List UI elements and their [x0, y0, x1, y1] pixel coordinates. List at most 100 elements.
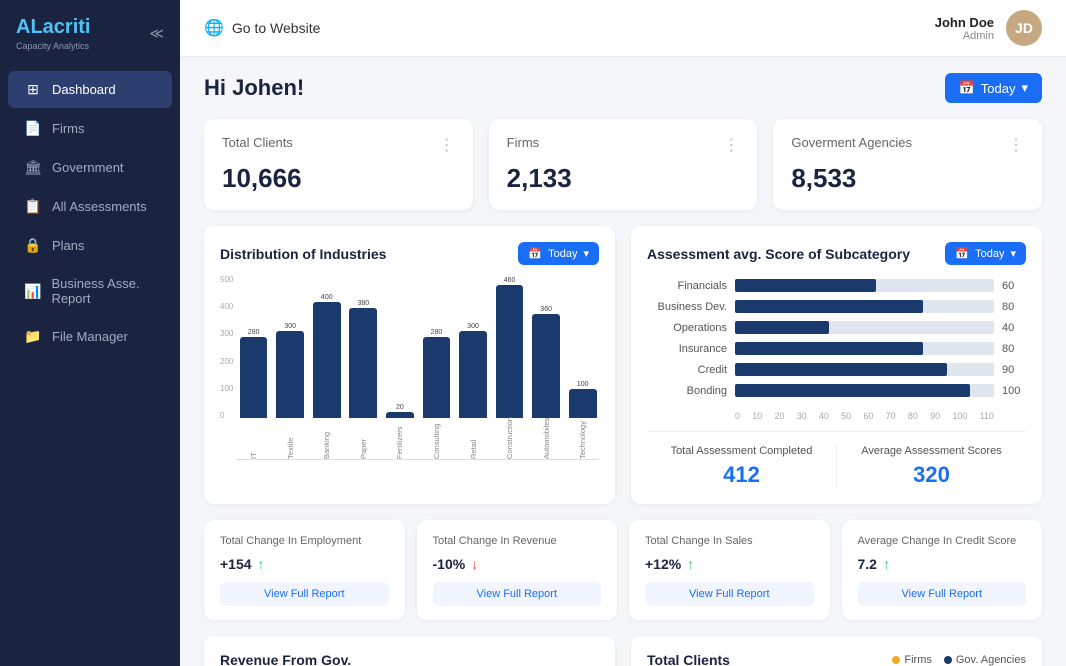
- plans-icon: 🔒: [24, 237, 42, 254]
- stat-menu-firms[interactable]: ⋮: [723, 135, 739, 155]
- bar-label: Construction: [505, 421, 514, 459]
- sidebar-item-government[interactable]: 🏛 Government: [8, 149, 172, 186]
- view-report-revenue[interactable]: View Full Report: [433, 582, 602, 606]
- view-report-credit[interactable]: View Full Report: [858, 582, 1027, 606]
- total-clients-card-title: Total Clients: [647, 652, 730, 666]
- bar-value-label: 20: [396, 404, 404, 411]
- hbar-value: 80: [1002, 301, 1026, 313]
- sidebar-item-firms[interactable]: 📄 Firms: [8, 110, 172, 147]
- hbar-track: [735, 321, 994, 334]
- total-clients-card-header: Total Clients Firms Gov. Agencies: [647, 652, 1026, 666]
- bar-label: IT: [249, 421, 258, 459]
- topbar: 🌐 Go to Website John Doe Admin JD: [180, 0, 1066, 57]
- bar-value-label: 400: [321, 294, 333, 301]
- hbar-fill: [735, 384, 970, 397]
- firms-legend-label: Firms: [904, 654, 932, 666]
- chevron-dist: ▾: [583, 247, 589, 260]
- hbar-x-label: 50: [841, 411, 851, 421]
- hbar-x-label: 110: [980, 411, 994, 421]
- hbar-fill: [735, 321, 829, 334]
- view-report-sales[interactable]: View Full Report: [645, 582, 814, 606]
- hbar-fill: [735, 342, 923, 355]
- hbar-x-axis: 0102030405060708090100110: [647, 411, 1026, 421]
- sidebar: ALacriti Capacity Analytics ≪ ⊞ Dashboar…: [0, 0, 180, 666]
- metric-employment-label: Total Change In Employment: [220, 534, 389, 549]
- bar-label: Technology: [578, 421, 587, 459]
- hbar-track: [735, 300, 994, 313]
- dashboard-icon: ⊞: [24, 81, 42, 98]
- up-arrow-employment: ↑: [258, 556, 265, 572]
- assessment-chart-header: Assessment avg. Score of Subcategory 📅 T…: [647, 242, 1026, 265]
- stat-value-total-clients: 10,666: [222, 163, 455, 194]
- bar-group: 400 Banking: [310, 275, 343, 459]
- today-button[interactable]: 📅 Today ▾: [945, 73, 1042, 103]
- sidebar-item-label: Business Asse. Report: [51, 276, 156, 306]
- bar-group: 300Retail: [457, 275, 490, 459]
- hbar-label: Insurance: [647, 343, 727, 355]
- stat-menu-total-clients[interactable]: ⋮: [439, 135, 455, 155]
- down-arrow-revenue: ↓: [471, 556, 478, 572]
- metric-credit-change: 7.2: [858, 556, 877, 572]
- sidebar-item-file-manager[interactable]: 📁 File Manager: [8, 318, 172, 355]
- goto-website-link[interactable]: 🌐 Go to Website: [204, 18, 320, 38]
- assess-total: Total Assessment Completed 412: [647, 444, 836, 488]
- view-report-employment[interactable]: View Full Report: [220, 582, 389, 606]
- hbar-x-label: 80: [908, 411, 918, 421]
- collapse-button[interactable]: ≪: [149, 25, 164, 42]
- sidebar-item-dashboard[interactable]: ⊞ Dashboard: [8, 71, 172, 108]
- y-label-0: 0: [220, 411, 233, 420]
- stat-card-total-clients: Total Clients ⋮ 10,666: [204, 119, 473, 210]
- bar-group: 460Construction: [493, 275, 526, 459]
- bar: [349, 308, 377, 418]
- bar-label: Automobiles: [542, 421, 551, 459]
- metric-revenue-label: Total Change In Revenue: [433, 534, 602, 549]
- hbar-fill: [735, 300, 923, 313]
- bar-value-label: 280: [431, 329, 443, 336]
- sidebar-item-all-assessments[interactable]: 📋 All Assessments: [8, 188, 172, 225]
- globe-icon: 🌐: [204, 18, 224, 38]
- bar: [569, 389, 597, 418]
- sidebar-item-label: Government: [52, 160, 124, 175]
- metric-credit-value-row: 7.2 ↑: [858, 556, 1027, 572]
- sidebar-item-plans[interactable]: 🔒 Plans: [8, 227, 172, 264]
- assess-avg: Average Assessment Scores 320: [836, 444, 1026, 488]
- bar: [496, 285, 524, 418]
- metric-sales-change: +12%: [645, 556, 681, 572]
- bar-value-label: 100: [577, 381, 589, 388]
- bar-label: Banking: [322, 421, 331, 459]
- calendar-icon: 📅: [959, 80, 975, 96]
- stat-card-firms: Firms ⋮ 2,133: [489, 119, 758, 210]
- metric-revenue-change: -10%: [433, 556, 466, 572]
- distribution-today-button[interactable]: 📅 Today ▾: [518, 242, 599, 265]
- sidebar-item-label: Firms: [52, 121, 85, 136]
- assessment-chart-card: Assessment avg. Score of Subcategory 📅 T…: [631, 226, 1042, 504]
- bar: [313, 302, 341, 418]
- hbar-label: Business Dev.: [647, 301, 727, 313]
- bar: [423, 337, 451, 418]
- stat-label-gov-agencies: Goverment Agencies: [791, 135, 912, 150]
- stat-menu-gov-agencies[interactable]: ⋮: [1008, 135, 1024, 155]
- bar-group: 300Textile: [274, 275, 307, 459]
- revenue-card-header: Revenue From Gov.: [220, 652, 599, 666]
- metric-sales-label: Total Change In Sales: [645, 534, 814, 549]
- stats-row: Total Clients ⋮ 10,666 Firms ⋮ 2,133 Gov…: [204, 119, 1042, 210]
- assess-today-label: Today: [975, 248, 1004, 260]
- legend-gov-agencies: Gov. Agencies: [944, 654, 1026, 666]
- gov-agencies-dot: [944, 656, 952, 664]
- hbar-x-label: 70: [886, 411, 896, 421]
- assess-avg-label: Average Assessment Scores: [837, 444, 1026, 458]
- stat-card-gov-agencies: Goverment Agencies ⋮ 8,533: [773, 119, 1042, 210]
- hbar-value: 100: [1002, 385, 1026, 397]
- up-arrow-sales: ↑: [687, 556, 694, 572]
- page-header: Hi Johen! 📅 Today ▾: [204, 73, 1042, 103]
- assessment-today-button[interactable]: 📅 Today ▾: [945, 242, 1026, 265]
- sidebar-item-business-report[interactable]: 📊 Business Asse. Report: [8, 266, 172, 316]
- bar-group: 20Fertilizers: [384, 275, 417, 459]
- metric-employment-value-row: +154 ↑: [220, 556, 389, 572]
- sidebar-item-label: File Manager: [52, 329, 128, 344]
- stat-value-firms: 2,133: [507, 163, 740, 194]
- calendar-icon-assess: 📅: [955, 247, 969, 260]
- y-label-500: 500: [220, 275, 233, 284]
- bar-value-label: 360: [540, 306, 552, 313]
- bar: [240, 337, 268, 418]
